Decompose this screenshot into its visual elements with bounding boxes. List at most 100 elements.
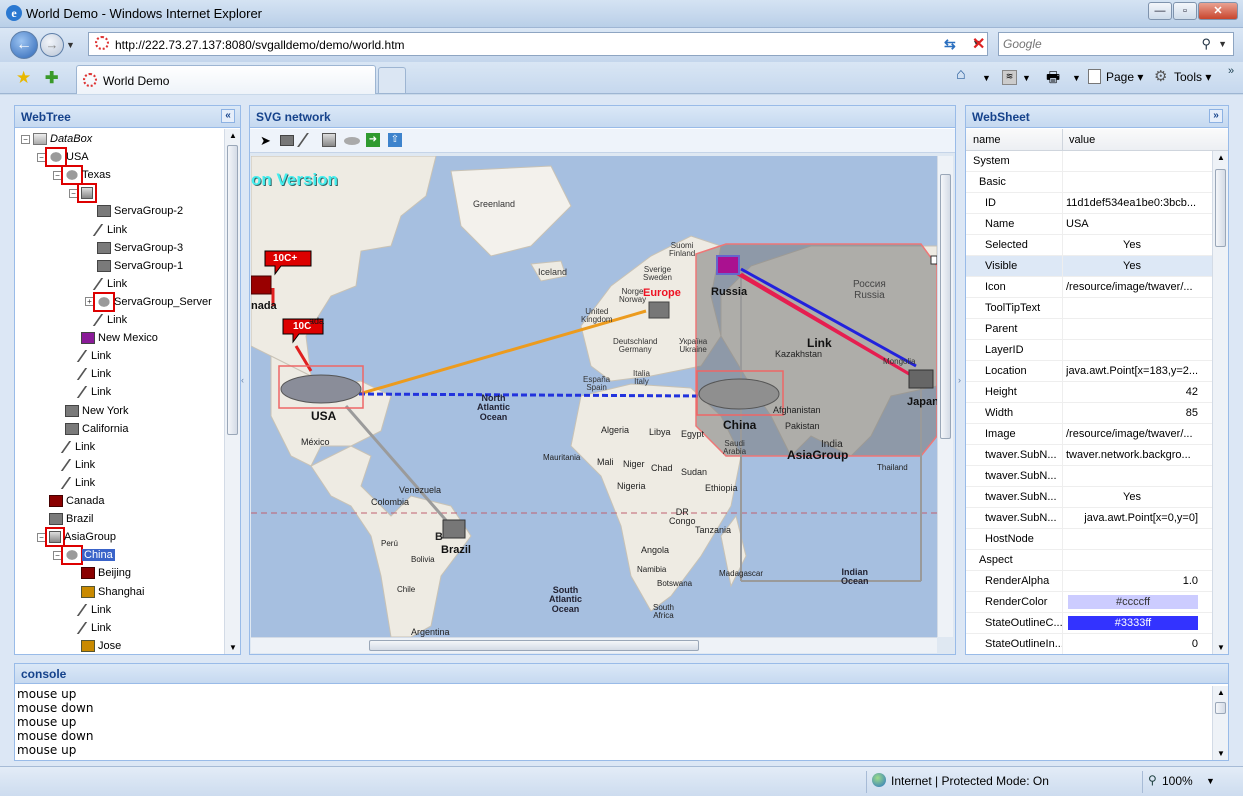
sheet-scroll-down-icon[interactable]: ▼ [1217, 643, 1225, 652]
map-node-label-europe[interactable]: Europe [643, 287, 681, 299]
property-row[interactable]: twaver.SubN... Yes [966, 487, 1212, 508]
search-input[interactable] [1003, 36, 1193, 52]
west-splitter[interactable]: ‹ [241, 375, 244, 385]
console-scroll-thumb[interactable] [1215, 702, 1226, 714]
property-value[interactable]: Yes [1066, 491, 1198, 503]
russia-computer-node[interactable] [716, 255, 740, 275]
home-dropdown-icon[interactable]: ▼ [982, 73, 991, 83]
tree-node[interactable]: Canada [37, 493, 105, 509]
property-row[interactable]: Icon/resource/image/twaver/... [966, 277, 1212, 298]
export-tool-icon[interactable]: ➜ [366, 133, 380, 147]
tree-node[interactable]: ServaGroup-3 [85, 240, 183, 256]
add-favorites-icon[interactable]: ✚ [45, 68, 58, 88]
expand-toggle-icon[interactable]: + [85, 297, 94, 307]
tree-node[interactable]: − Texas [53, 165, 111, 186]
toolbar-overflow-icon[interactable]: » [1228, 65, 1234, 77]
collapse-right-button[interactable]: » [1209, 109, 1223, 123]
tree-scrollbar[interactable]: ▲ ▼ [224, 129, 240, 654]
property-value[interactable]: java.awt.Point[x=0,y=0] [1066, 512, 1198, 524]
tree-node[interactable]: − DataBox [21, 131, 92, 147]
sheet-col-value[interactable]: value [1069, 134, 1095, 146]
collapse-toggle-icon[interactable]: − [69, 188, 78, 198]
property-value[interactable]: USA [1066, 218, 1198, 230]
property-row[interactable]: HostNode [966, 529, 1212, 550]
scroll-down-icon[interactable]: ▼ [229, 643, 237, 652]
property-row[interactable]: ID 11d1def534ea1be0:3bcb... [966, 193, 1212, 214]
property-value[interactable]: Yes [1066, 260, 1198, 272]
tree-node[interactable]: − USA [37, 147, 89, 168]
refresh-icon[interactable]: ⇆ [944, 36, 964, 54]
property-row[interactable]: System [966, 151, 1212, 172]
property-row[interactable]: LayerID [966, 340, 1212, 361]
map-node-label-usa[interactable]: USA [311, 409, 336, 423]
map-node-label-ada[interactable]: ada [309, 316, 324, 326]
group-tool-icon[interactable] [322, 133, 336, 147]
map-hscroll-thumb[interactable] [369, 640, 699, 651]
property-row[interactable]: Width 85 [966, 403, 1212, 424]
tree-node[interactable]: Link [53, 457, 95, 473]
map-node-label-japan[interactable]: Japan [907, 396, 937, 408]
map-node-label-russia[interactable]: Russia [711, 286, 747, 298]
tree-scroll-thumb[interactable] [227, 145, 238, 435]
print-dropdown-icon[interactable]: ▼ [1072, 73, 1081, 83]
network-map[interactable]: Greenland Iceland Suomi Finland Sverige Swe… [251, 156, 937, 637]
home-icon[interactable]: ⌂ [956, 66, 966, 84]
property-row[interactable]: Basic [966, 172, 1212, 193]
property-value[interactable]: 11d1def534ea1be0:3bcb... [1066, 197, 1198, 209]
tree-node[interactable]: Shanghai [69, 584, 145, 600]
tree-node[interactable]: Link [85, 276, 127, 292]
tree-node[interactable]: Link [69, 620, 111, 636]
feeds-dropdown-icon[interactable]: ▼ [1022, 73, 1031, 83]
property-row[interactable]: Height 42 [966, 382, 1212, 403]
address-bar[interactable]: http://222.73.27.137:8080/svgalldemo/dem… [88, 32, 988, 56]
china-cloud-node[interactable] [698, 378, 780, 410]
security-zone-text[interactable]: Internet | Protected Mode: On [891, 774, 1049, 788]
search-icon[interactable]: ⚲ [1201, 36, 1211, 52]
import-tool-icon[interactable]: ⇧ [388, 133, 402, 147]
tree-node[interactable]: Link [69, 348, 111, 364]
collapse-toggle-icon[interactable]: − [21, 134, 30, 144]
map-node-label-brazil[interactable]: Brazil [441, 544, 471, 556]
favorites-star-icon[interactable]: ★ [16, 68, 31, 88]
property-row[interactable]: Name USA [966, 214, 1212, 235]
map-node-label-link[interactable]: Link [807, 336, 832, 350]
property-row[interactable]: Image/resource/image/twaver/... [966, 424, 1212, 445]
east-splitter[interactable]: › [958, 375, 961, 385]
property-value[interactable]: #3333ff [1068, 616, 1198, 630]
console-scroll-up-icon[interactable]: ▲ [1217, 688, 1225, 697]
tree-node[interactable]: ServaGroup-2 [85, 203, 183, 219]
link-tool-icon[interactable] [297, 133, 319, 147]
property-row[interactable]: StateOutlineIn... 0 [966, 634, 1212, 654]
minimize-button[interactable]: — [1148, 2, 1172, 20]
property-value[interactable]: 85 [1066, 407, 1198, 419]
sheet-scroll-thumb[interactable] [1215, 169, 1226, 247]
collapse-toggle-icon[interactable]: − [53, 170, 62, 180]
tree-node[interactable]: Link [69, 366, 111, 382]
sheet-scroll-up-icon[interactable]: ▲ [1217, 153, 1225, 162]
property-row[interactable]: Visible Yes [966, 256, 1212, 277]
tree-node[interactable]: − [69, 183, 97, 204]
usa-cloud-node[interactable] [280, 374, 362, 404]
property-value[interactable]: twaver.network.backgro... [1066, 449, 1198, 461]
property-value[interactable]: java.awt.Point[x=183,y=2... [1066, 365, 1198, 377]
tree-node[interactable]: − China [53, 545, 115, 566]
console-scroll-down-icon[interactable]: ▼ [1217, 749, 1225, 758]
map-node-label-asiagroup[interactable]: AsiaGroup [787, 448, 848, 462]
property-value[interactable]: /resource/image/twaver/... [1066, 281, 1198, 293]
property-row[interactable]: twaver.SubN... [966, 466, 1212, 487]
tab-world-demo[interactable]: World Demo [76, 65, 376, 94]
japan-computer-node[interactable] [908, 369, 934, 389]
tree-node[interactable]: Link [69, 384, 111, 400]
zoom-level[interactable]: 100% [1162, 774, 1193, 788]
tree-node[interactable]: California [53, 421, 128, 437]
select-tool-icon[interactable]: ➤ [260, 133, 271, 149]
map-node-label-alarm1[interactable]: 10C+ [273, 253, 297, 264]
map-vscroll-thumb[interactable] [940, 174, 951, 439]
map-horizontal-scrollbar[interactable] [251, 637, 937, 653]
property-value[interactable]: Yes [1066, 239, 1198, 251]
collapse-left-button[interactable]: « [221, 109, 235, 123]
property-row[interactable]: ToolTipText [966, 298, 1212, 319]
canada-computer-node[interactable] [251, 275, 272, 295]
tree-node[interactable]: New Mexico [69, 330, 158, 346]
tree-node[interactable]: Link [85, 222, 127, 238]
